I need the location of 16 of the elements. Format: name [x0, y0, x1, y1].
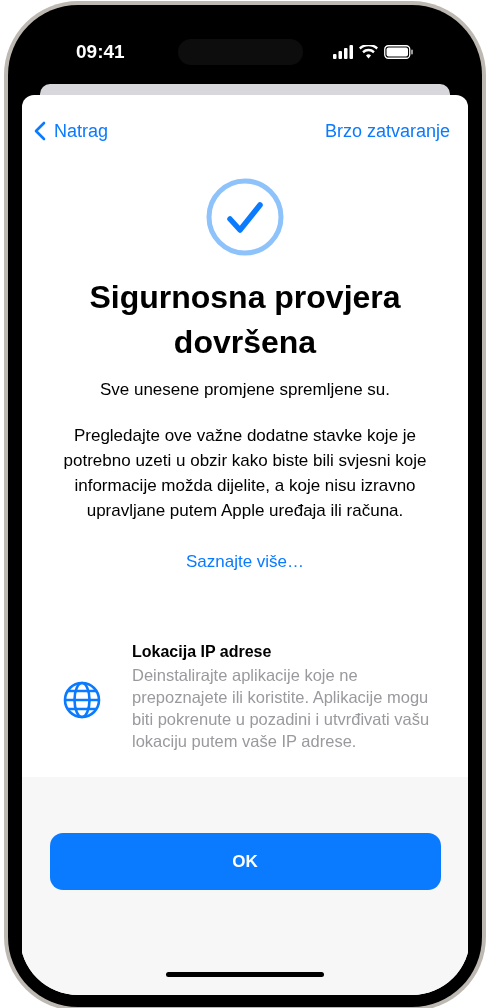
battery-icon: [384, 45, 414, 59]
globe-icon: [62, 680, 102, 720]
checkmark-circle-icon: [205, 177, 285, 257]
chevron-left-icon: [34, 121, 46, 141]
item-title: Lokacija IP adrese: [132, 642, 273, 662]
status-time: 09:41: [76, 39, 125, 64]
learn-more-link[interactable]: Saznajte više…: [185, 548, 305, 574]
back-button[interactable]: Natrag: [34, 117, 109, 145]
quick-exit-button[interactable]: Brzo zatvaranje: [324, 117, 450, 145]
subtitle: Sve unesene promjene spremljene su.: [98, 379, 392, 401]
description: Pregledajte ove važne dodatne stavke koje je potrebno uzeti u obzir kako biste bili svjesni koje informacije možda dijelite, a koje nisu izravno upravljane putem Apple uređaja ili računa.: [62, 424, 428, 522]
ok-button[interactable]: OK: [49, 833, 441, 890]
item-description: Deinstalirajte aplikacije koje ne prepoznajete ili koristite. Aplikacije mogu biti pokrenute u pozadini i utvrđivati vašu lokaciju putem vaše IP adrese.: [132, 665, 431, 752]
wifi-icon: [359, 45, 378, 59]
signal-icon: [333, 45, 353, 59]
title: Sigurnosna provjera dovršena: [88, 278, 402, 362]
